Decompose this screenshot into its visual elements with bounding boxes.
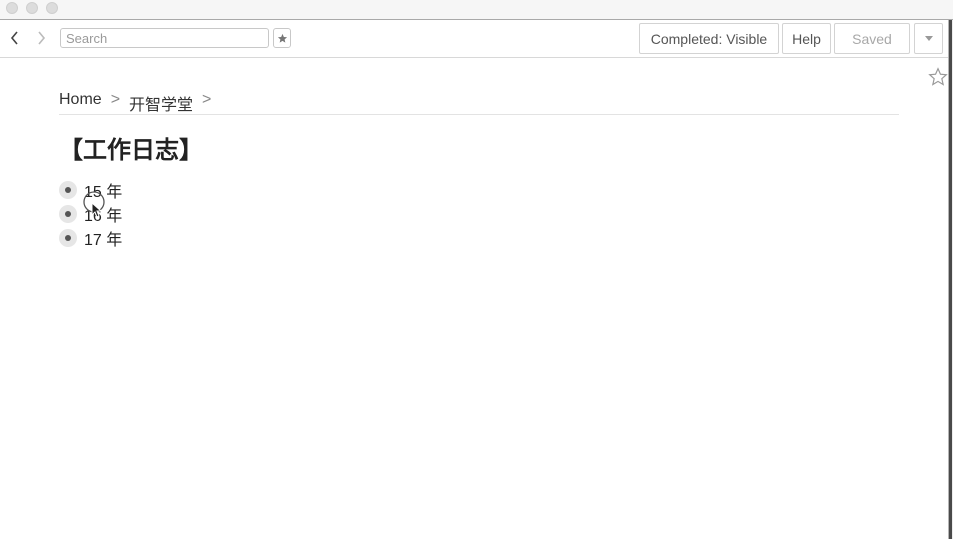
outline-list: 15 年 16 年 17 年 [59, 178, 122, 250]
bullet-icon[interactable] [59, 205, 77, 223]
breadcrumb-separator: > [110, 91, 121, 108]
toolbar: Completed: Visible Help Saved [0, 20, 953, 58]
zoom-window-button[interactable] [46, 2, 58, 14]
bullet-icon[interactable] [59, 181, 77, 199]
favorite-button[interactable] [273, 28, 291, 48]
close-window-button[interactable] [6, 2, 18, 14]
title-bar [0, 0, 953, 20]
bullet-icon[interactable] [59, 229, 77, 247]
options-dropdown-button[interactable] [914, 23, 943, 54]
search-input[interactable] [60, 28, 269, 48]
list-item[interactable]: 15 年 [59, 178, 122, 202]
scrollbar-thumb[interactable] [949, 20, 952, 539]
star-outline-icon [928, 67, 948, 86]
page-star-button[interactable] [928, 67, 948, 87]
minimize-window-button[interactable] [26, 2, 38, 14]
breadcrumb: Home > 开智学堂 > [59, 91, 899, 115]
chevron-left-icon [10, 31, 18, 45]
chevron-right-icon [38, 31, 46, 45]
help-button[interactable]: Help [782, 23, 831, 54]
breadcrumb-home[interactable]: Home [59, 91, 102, 109]
app-window: Completed: Visible Help Saved Home > 开智学… [0, 0, 953, 539]
breadcrumb-separator: > [202, 91, 212, 108]
caret-down-icon [924, 36, 933, 41]
page-title: 【工作日志】 [59, 136, 203, 164]
list-item[interactable]: 16 年 [59, 202, 122, 226]
completed-visible-button[interactable]: Completed: Visible [639, 23, 779, 54]
back-button[interactable] [6, 29, 24, 47]
list-item-label[interactable]: 16 年 [84, 202, 122, 226]
forward-button[interactable] [32, 29, 50, 47]
breadcrumb-kaizhi[interactable]: 开智学堂 [129, 91, 193, 115]
star-icon [277, 33, 287, 43]
saved-status-button[interactable]: Saved [834, 23, 910, 54]
list-item-label[interactable]: 15 年 [84, 178, 122, 202]
list-item[interactable]: 17 年 [59, 226, 122, 250]
scrollbar[interactable] [948, 20, 953, 539]
list-item-label[interactable]: 17 年 [84, 226, 122, 250]
